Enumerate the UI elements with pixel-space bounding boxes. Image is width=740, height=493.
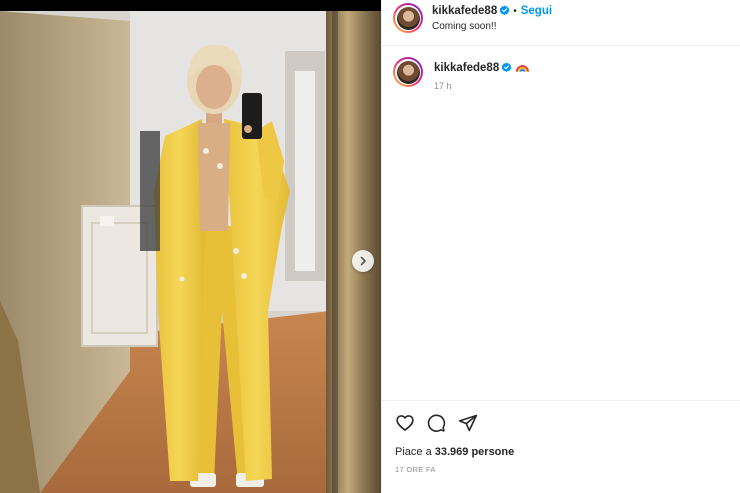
heart-icon [396, 415, 414, 431]
verified-badge-icon [501, 62, 512, 72]
paper-plane-icon [458, 414, 478, 432]
post-details-panel: kikkafede88 • Segui Coming soon!! kikkafe… [381, 0, 740, 493]
likes-number: 33.969 persone [434, 446, 515, 458]
post-header: kikkafede88 • Segui Coming soon!! [382, 0, 740, 46]
post-photo [0, 11, 381, 493]
media-top-bar [0, 0, 381, 11]
likes-prefix: Piace a [395, 446, 435, 458]
likes-count[interactable]: Piace a 33.969 persone [395, 446, 514, 458]
header-user-line: kikkafede88 • Segui [432, 5, 552, 17]
post-location[interactable]: Coming soon!! [432, 21, 496, 32]
verified-badge-icon [499, 5, 510, 15]
follow-button[interactable]: Segui [521, 5, 552, 17]
instagram-post: kikkafede88 • Segui Coming soon!! kikkafe… [0, 0, 740, 493]
next-photo-button[interactable] [352, 250, 374, 272]
caption-line: kikkafede88 [434, 61, 530, 74]
like-button[interactable] [395, 413, 415, 433]
caption-avatar-image [396, 60, 420, 84]
caption-username[interactable]: kikkafede88 [434, 62, 499, 74]
action-bar: Piace a 33.969 persone 17 ORE FA [382, 400, 740, 493]
header-username[interactable]: kikkafede88 [432, 5, 497, 17]
post-date: 17 ORE FA [395, 465, 436, 474]
caption-avatar[interactable] [393, 57, 423, 87]
chevron-right-icon [360, 256, 366, 266]
separator-dot: • [513, 6, 517, 17]
rainbow-icon [516, 65, 530, 72]
post-media[interactable] [0, 0, 381, 493]
comment-bubble-icon [427, 414, 446, 432]
avatar-image [396, 6, 420, 30]
share-button[interactable] [458, 413, 478, 433]
avatar[interactable] [393, 3, 423, 33]
comment-button[interactable] [426, 413, 446, 433]
caption-timestamp[interactable]: 17 h [434, 81, 452, 91]
